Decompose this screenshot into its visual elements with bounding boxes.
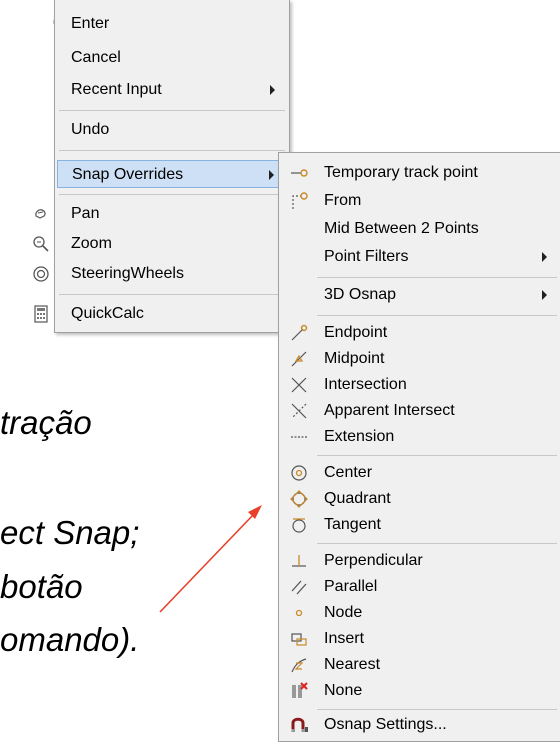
node-icon xyxy=(289,603,309,623)
steeringwheels-icon xyxy=(31,264,51,284)
menu-item-quickcalc[interactable]: QuickCalc xyxy=(34,300,289,328)
snap-item-intersection[interactable]: Intersection xyxy=(279,371,560,399)
snap-item-perpendicular[interactable]: Perpendicular xyxy=(279,547,560,575)
temporary-track-point-icon xyxy=(289,163,309,183)
extension-icon xyxy=(289,427,309,447)
midpoint-icon xyxy=(289,349,309,369)
snap-item-insert[interactable]: Insert xyxy=(279,625,560,653)
snap-overrides-submenu: Temporary track point From Mid Between 2… xyxy=(278,152,560,742)
submenu-arrow-icon xyxy=(542,290,547,300)
snap-item-3d-osnap[interactable]: 3D Osnap xyxy=(279,281,560,309)
snap-item-point-filters[interactable]: Point Filters xyxy=(279,243,560,271)
snap-item-quadrant[interactable]: Quadrant xyxy=(279,485,560,513)
menu-separator xyxy=(317,709,557,710)
center-icon xyxy=(289,463,309,483)
tangent-icon xyxy=(289,515,309,535)
submenu-arrow-icon xyxy=(542,252,547,262)
snap-item-temporary-track-point[interactable]: Temporary track point xyxy=(279,159,560,187)
snap-item-extension[interactable]: Extension xyxy=(279,423,560,451)
snap-item-mid-between-2-points[interactable]: Mid Between 2 Points xyxy=(279,215,560,243)
snap-item-parallel[interactable]: Parallel xyxy=(279,573,560,601)
menu-separator xyxy=(317,543,557,544)
menu-item-snap-overrides[interactable]: Snap Overrides xyxy=(57,160,287,188)
menu-separator xyxy=(317,277,557,278)
parallel-icon xyxy=(289,577,309,597)
snap-item-node[interactable]: Node xyxy=(279,599,560,627)
apparent-intersect-icon xyxy=(289,401,309,421)
insert-icon xyxy=(289,629,309,649)
submenu-arrow-icon xyxy=(269,170,274,180)
menu-item-cancel[interactable]: Cancel xyxy=(55,44,289,72)
none-icon xyxy=(289,681,309,701)
menu-item-undo[interactable]: Undo xyxy=(55,116,289,144)
snap-item-midpoint[interactable]: Midpoint xyxy=(279,345,560,373)
calculator-icon xyxy=(31,304,51,324)
menu-separator xyxy=(317,455,557,456)
menu-separator xyxy=(59,194,285,195)
snap-item-osnap-settings[interactable]: Osnap Settings... xyxy=(279,711,560,739)
endpoint-icon xyxy=(289,323,309,343)
nearest-icon xyxy=(289,655,309,675)
menu-item-enter[interactable]: Enter xyxy=(55,10,289,38)
menu-separator xyxy=(59,150,285,151)
menu-separator xyxy=(59,110,285,111)
snap-item-nearest[interactable]: Nearest xyxy=(279,651,560,679)
snap-item-tangent[interactable]: Tangent xyxy=(279,511,560,539)
from-icon xyxy=(289,191,309,211)
snap-item-apparent-intersect[interactable]: Apparent Intersect xyxy=(279,397,560,425)
menu-item-pan[interactable]: Pan xyxy=(35,200,289,228)
quadrant-icon xyxy=(289,489,309,509)
menu-item-zoom[interactable]: Zoom xyxy=(33,230,289,258)
menu-separator xyxy=(59,294,285,295)
zoom-icon xyxy=(31,234,51,254)
submenu-arrow-icon xyxy=(270,85,275,95)
menu-item-recent-input[interactable]: Recent Input xyxy=(55,76,289,104)
context-menu: Enter Cancel Recent Input Undo Snap Over… xyxy=(33,0,290,333)
intersection-icon xyxy=(289,375,309,395)
snap-item-none[interactable]: None xyxy=(279,677,560,705)
snap-item-center[interactable]: Center xyxy=(279,459,560,487)
menu-separator xyxy=(317,315,557,316)
menu-item-steeringwheels[interactable]: SteeringWheels xyxy=(33,260,289,288)
pan-icon xyxy=(31,204,51,224)
perpendicular-icon xyxy=(289,551,309,571)
osnap-settings-icon xyxy=(289,715,309,735)
snap-item-from[interactable]: From xyxy=(279,187,560,215)
snap-item-endpoint[interactable]: Endpoint xyxy=(279,319,560,347)
